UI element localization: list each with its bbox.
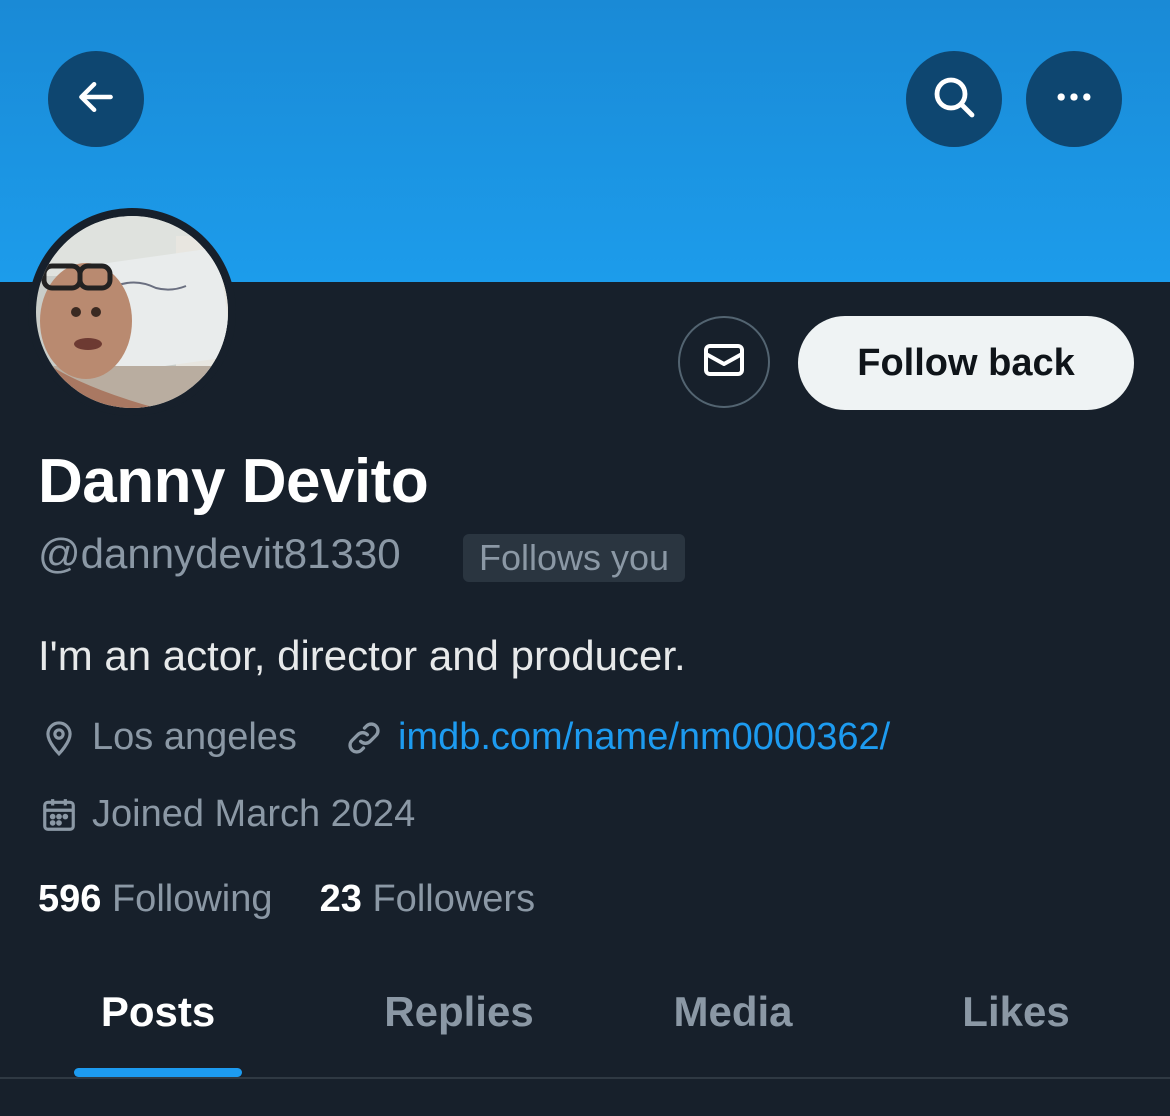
envelope-icon <box>700 336 748 389</box>
tab-likes[interactable]: Likes <box>962 988 1069 1036</box>
avatar[interactable] <box>36 216 228 408</box>
follow-back-button[interactable]: Follow back <box>798 316 1134 410</box>
followers-count: 23 <box>319 878 362 920</box>
arrow-left-icon <box>74 75 118 124</box>
more-options-button[interactable] <box>1026 51 1122 147</box>
following-label: Following <box>111 878 273 920</box>
tab-media[interactable]: Media <box>673 988 792 1036</box>
profile-display-name: Danny Devito <box>38 447 429 516</box>
followers-link[interactable]: 23 Followers <box>320 878 535 920</box>
tab-posts[interactable]: Posts <box>101 988 215 1036</box>
search-button[interactable] <box>906 51 1002 147</box>
location-text: Los angeles <box>92 716 297 758</box>
follows-you-badge: Follows you <box>463 534 686 582</box>
following-count: 596 <box>38 878 102 920</box>
active-tab-indicator <box>74 1068 242 1077</box>
back-button[interactable] <box>48 51 144 147</box>
website-link[interactable]: imdb.com/name/nm0000362/ <box>398 716 890 759</box>
profile-handle: @dannydevit81330 <box>38 530 401 577</box>
message-button[interactable] <box>678 316 770 408</box>
profile-bio: I'm an actor, director and producer. <box>38 632 686 679</box>
location-row: Los angeles <box>40 716 297 759</box>
tabs-divider <box>0 1077 1170 1079</box>
joined-text: Joined March 2024 <box>92 793 416 835</box>
location-pin-icon <box>40 719 78 757</box>
followers-label: Followers <box>372 878 536 920</box>
tab-replies[interactable]: Replies <box>384 988 533 1036</box>
follow-stats: 596 Following 23 Followers <box>38 878 535 921</box>
search-icon <box>930 73 978 126</box>
link-icon <box>344 718 384 758</box>
joined-row: Joined March 2024 <box>40 793 415 836</box>
calendar-icon <box>40 796 78 834</box>
website-row[interactable]: imdb.com/name/nm0000362/ <box>344 716 890 759</box>
following-link[interactable]: 596 Following <box>38 878 283 920</box>
more-horizontal-icon <box>1052 75 1096 124</box>
